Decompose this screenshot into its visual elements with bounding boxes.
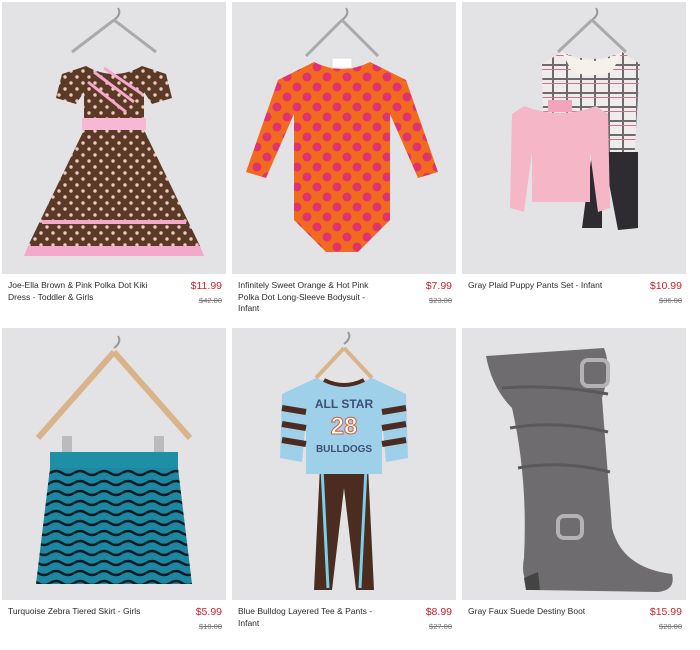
- sale-price: $8.99: [425, 606, 452, 618]
- product-image-pants-set[interactable]: [462, 2, 686, 274]
- product-info: Gray Plaid Puppy Pants Set - Infant $10.…: [462, 280, 686, 324]
- original-price: $36.00: [659, 296, 682, 305]
- sale-price: $10.99: [649, 280, 682, 292]
- original-price: $23.00: [429, 296, 452, 305]
- product-name[interactable]: Gray Faux Suede Destiny Boot: [468, 606, 618, 618]
- original-price: $27.00: [429, 622, 452, 631]
- original-price: $42.00: [199, 296, 222, 305]
- product-name[interactable]: Blue Bulldog Layered Tee & Pants - Infan…: [238, 606, 388, 629]
- product-name[interactable]: Joe-Ella Brown & Pink Polka Dot Kiki Dre…: [8, 280, 158, 303]
- product-image-tee-pants[interactable]: ALL STAR 28 BULLDOGS: [232, 328, 456, 600]
- product-info: Gray Faux Suede Destiny Boot $15.99 $28.…: [462, 606, 686, 650]
- product-image-bodysuit[interactable]: [232, 2, 456, 274]
- product-info: Turquoise Zebra Tiered Skirt - Girls $5.…: [2, 606, 226, 650]
- sale-price: $7.99: [425, 280, 452, 292]
- sale-price: $5.99: [195, 606, 222, 618]
- product-name[interactable]: Gray Plaid Puppy Pants Set - Infant: [468, 280, 618, 292]
- product-image-boot[interactable]: [462, 328, 686, 600]
- shirt-print-line1: ALL STAR: [315, 397, 374, 411]
- product-info: Joe-Ella Brown & Pink Polka Dot Kiki Dre…: [2, 280, 226, 324]
- product-name[interactable]: Turquoise Zebra Tiered Skirt - Girls: [8, 606, 158, 618]
- sale-price: $15.99: [649, 606, 682, 618]
- product-info: Infinitely Sweet Orange & Hot Pink Polka…: [232, 280, 456, 324]
- shirt-print-number: 28: [331, 413, 358, 440]
- product-info: Blue Bulldog Layered Tee & Pants - Infan…: [232, 606, 456, 650]
- sale-price: $11.99: [190, 280, 222, 292]
- original-price: $10.00: [199, 622, 222, 631]
- original-price: $28.00: [659, 622, 682, 631]
- product-name[interactable]: Infinitely Sweet Orange & Hot Pink Polka…: [238, 280, 388, 315]
- shirt-print-line2: BULLDOGS: [316, 444, 372, 455]
- product-image-skirt[interactable]: [2, 328, 226, 600]
- product-image-dress[interactable]: [2, 2, 226, 274]
